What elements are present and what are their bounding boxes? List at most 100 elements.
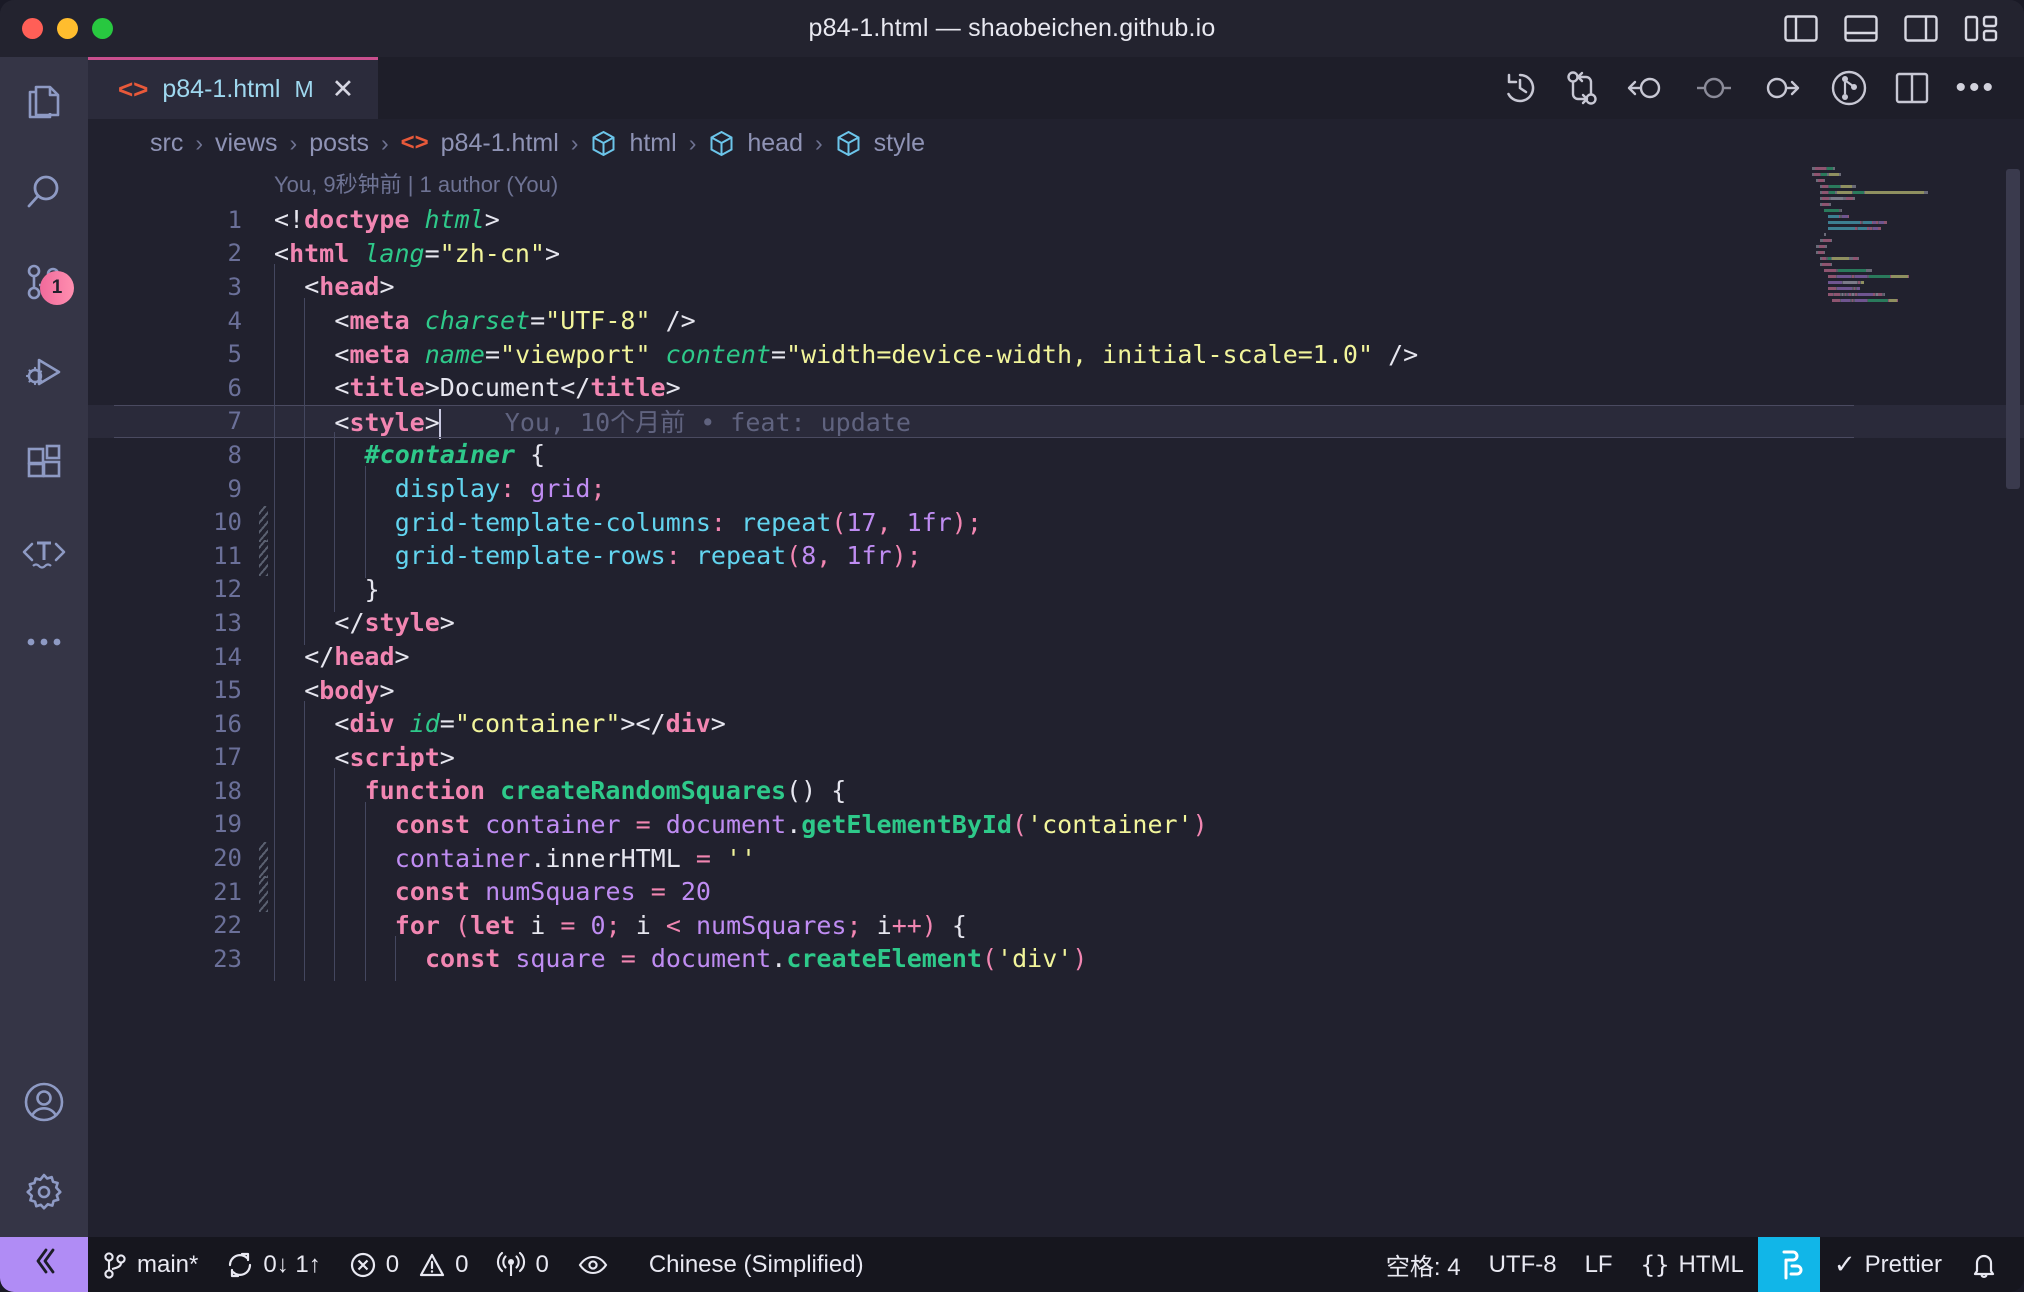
code-line-content: <div id="container"></div> <box>274 701 2024 747</box>
ellipsis-icon <box>22 635 66 649</box>
token-semi: ( <box>1011 809 1028 839</box>
status-indentation[interactable]: 空格: 4 <box>1372 1237 1475 1292</box>
code-line[interactable]: 2 <html lang="zh-cn"> <box>88 237 2024 271</box>
prettier-brand-icon[interactable] <box>1757 1237 1820 1292</box>
remote-window-indicator[interactable] <box>0 1237 88 1292</box>
code-line[interactable]: 6 <title>Document</title> <box>88 365 2024 411</box>
code-line-content: <script> <box>274 734 2024 780</box>
code-line-content: <!doctype html> <box>274 205 2024 234</box>
minimap-line <box>1828 275 2002 278</box>
sidebar-item-spell-checker[interactable] <box>0 507 88 597</box>
git-graph-icon[interactable] <box>1829 68 1869 108</box>
token-semi: , <box>876 507 892 537</box>
sidebar-item-search[interactable] <box>0 147 88 237</box>
sidebar-item-explorer[interactable] <box>0 57 88 147</box>
split-editor-icon[interactable] <box>1895 72 1929 104</box>
token-text: i <box>635 910 651 940</box>
code-line[interactable]: 20 container.innerHTML = '' <box>88 835 2024 881</box>
breadcrumb-item-src[interactable]: src <box>150 129 183 158</box>
code-line[interactable]: 10 grid-template-columns: repeat(17, 1fr)… <box>88 499 2024 545</box>
previous-change-icon[interactable] <box>1625 72 1667 104</box>
additional-views-button[interactable] <box>0 597 88 687</box>
status-branch[interactable]: main* <box>88 1237 212 1292</box>
token-punc: ></ <box>620 709 666 739</box>
breadcrumb-item-html[interactable]: html <box>629 129 676 158</box>
code-line[interactable]: 9 display: grid; <box>88 466 2024 512</box>
status-language-locale[interactable]: Chinese (Simplified) <box>623 1237 878 1292</box>
status-watch[interactable] <box>563 1237 623 1292</box>
next-change-icon[interactable] <box>1761 72 1803 104</box>
current-change-icon[interactable] <box>1693 72 1735 104</box>
status-problems[interactable]: 0 0 <box>335 1237 483 1292</box>
minimap[interactable] <box>1812 167 2002 367</box>
code-tokens: for (let i = 0; i < numSquares; i++) { <box>274 911 967 940</box>
code-line[interactable]: 21 const numSquares = 20 <box>88 869 2024 915</box>
sidebar-item-source-control[interactable]: 1 <box>0 237 88 327</box>
code-line[interactable]: 7 <style> You, 10个月前 • feat: update <box>88 395 2024 448</box>
manage-settings-button[interactable] <box>0 1147 88 1237</box>
tab-close-button[interactable]: ✕ <box>328 76 355 103</box>
timeline-history-icon[interactable] <box>1501 69 1539 107</box>
breadcrumb-item-views[interactable]: views <box>215 129 278 158</box>
indent-guide <box>334 936 336 982</box>
code-line[interactable]: 5 <meta name="viewport" content="width=de… <box>88 331 2024 377</box>
more-actions-icon[interactable]: ••• <box>1955 73 1996 103</box>
compare-changes-icon[interactable] <box>1565 69 1599 107</box>
token-semi: ) <box>1192 809 1208 839</box>
code-line-content: for (let i = 0; i < numSquares; i++) { <box>274 902 2024 948</box>
token-semi: ++) <box>891 910 937 940</box>
code-line[interactable]: 22 for (let i = 0; i < numSquares; i++) { <box>88 902 2024 948</box>
token-punc: </ <box>304 642 335 672</box>
status-notifications[interactable] <box>1956 1237 2024 1292</box>
breadcrumb-item-file[interactable]: p84-1.html <box>441 129 559 158</box>
code-line[interactable]: 23 const square = document.createElement(… <box>88 936 2024 982</box>
token-semi: < <box>665 910 681 940</box>
code-line[interactable]: 8 #container { <box>88 432 2024 478</box>
tab-modified-badge: M <box>294 76 314 102</box>
breadcrumb-separator: › <box>688 129 697 156</box>
status-ports[interactable]: 0 <box>482 1237 562 1292</box>
code-line[interactable]: 14 </head> <box>88 634 2024 680</box>
token-punc: = <box>530 306 546 336</box>
minimap-token <box>1832 257 1849 260</box>
code-line[interactable]: 4 <meta charset="UTF-8" /> <box>88 298 2024 344</box>
editor-scrollbar[interactable] <box>2006 169 2020 489</box>
status-language-mode[interactable]: {} HTML <box>1627 1237 1758 1292</box>
code-line[interactable]: 19 const container = document.getElementB… <box>88 801 2024 847</box>
line-number: 3 <box>227 272 242 301</box>
breadcrumb-item-style[interactable]: style <box>874 129 925 158</box>
code-line[interactable]: 18 function createRandomSquares() { <box>88 768 2024 814</box>
sidebar-item-run-and-debug[interactable] <box>0 327 88 417</box>
editor-tab-bar: <> p84-1.html M ✕ ••• <box>88 57 2024 119</box>
sidebar-item-extensions[interactable] <box>0 417 88 507</box>
code-line[interactable]: 1 <!doctype html> <box>88 203 2024 237</box>
breadcrumb-item-head[interactable]: head <box>747 129 803 158</box>
status-sync[interactable]: 0↓ 1↑ <box>212 1237 334 1292</box>
code-lines[interactable]: 1 <!doctype html> 2 <html lang="zh-cn"> 3 <he… <box>88 203 2024 1237</box>
status-prettier[interactable]: ✓ Prettier <box>1820 1237 1956 1292</box>
toggle-primary-sidebar-icon[interactable] <box>1784 15 1818 42</box>
status-encoding[interactable]: UTF-8 <box>1475 1237 1571 1292</box>
status-eol[interactable]: LF <box>1571 1237 1627 1292</box>
code-editor[interactable]: You, 9秒钟前 | 1 author (You) 1 <!doctype ht… <box>88 167 2024 1237</box>
code-line[interactable]: 11 grid-template-rows: repeat(8, 1fr); <box>88 533 2024 579</box>
code-line[interactable]: 15 <body> <box>88 667 2024 713</box>
token-kw: const <box>394 877 471 907</box>
code-line[interactable]: 16 <div id="container"></div> <box>88 701 2024 747</box>
token-tag: style <box>364 608 440 638</box>
code-line[interactable]: 13 </style> <box>88 600 2024 646</box>
accounts-button[interactable] <box>0 1057 88 1147</box>
code-line[interactable]: 17 <script> <box>88 734 2024 780</box>
toggle-panel-icon[interactable] <box>1844 15 1878 42</box>
toggle-secondary-sidebar-icon[interactable] <box>1904 15 1938 42</box>
tab-p84-1-html[interactable]: <> p84-1.html M ✕ <box>88 57 379 119</box>
customize-layout-icon[interactable] <box>1964 15 1998 42</box>
code-line[interactable]: 12} <box>88 566 2024 612</box>
token-punc: = <box>439 709 455 739</box>
minimap-line <box>1812 167 2002 170</box>
code-line[interactable]: 3 <head> <box>88 264 2024 310</box>
minimap-token <box>1896 299 1898 302</box>
inline-git-blame[interactable]: You, 10个月前 • feat: update <box>441 408 911 437</box>
breadcrumb-item-posts[interactable]: posts <box>309 129 369 158</box>
